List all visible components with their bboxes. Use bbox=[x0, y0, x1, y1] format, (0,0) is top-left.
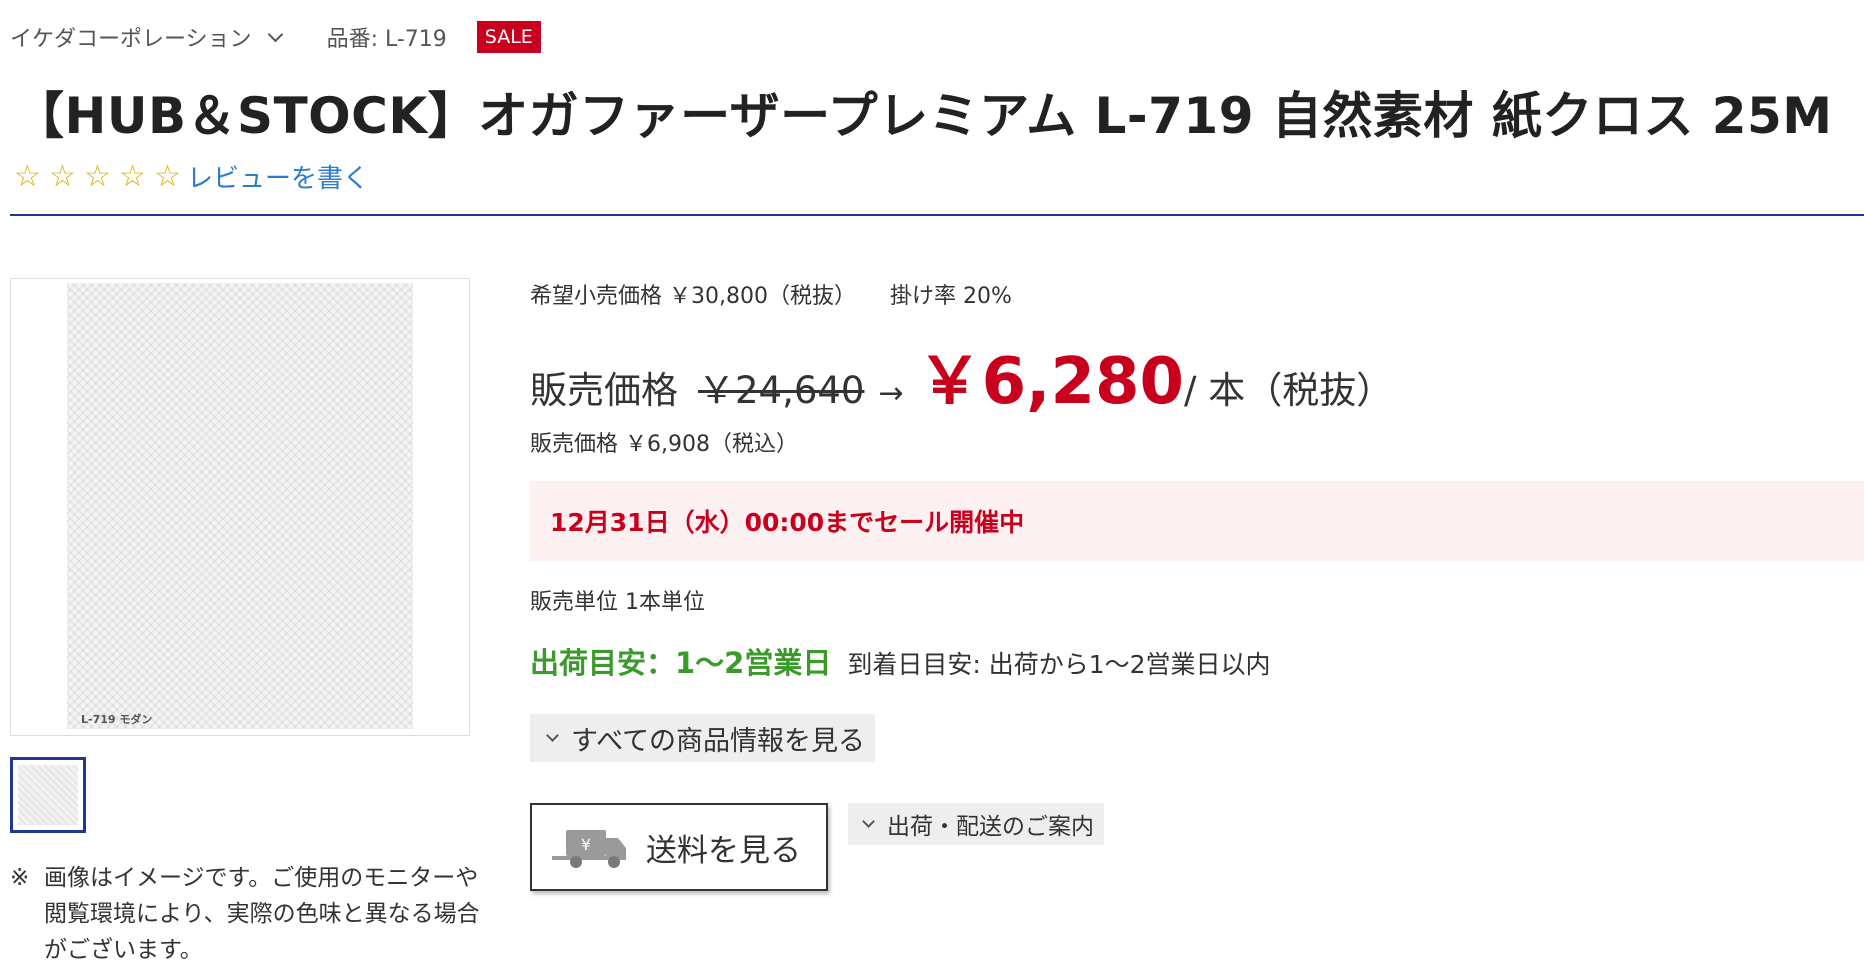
write-review-link[interactable]: レビューを書く bbox=[187, 158, 369, 195]
arrival-estimate: 到着日目安: 出荷から1～2営業日以内 bbox=[847, 650, 1271, 679]
view-shipping-fee-button[interactable]: ¥ 送料を見る bbox=[530, 803, 828, 891]
header-divider bbox=[10, 214, 1864, 216]
truck-yen-icon: ¥ bbox=[552, 830, 626, 868]
old-price: ￥24,640 bbox=[698, 369, 865, 412]
sale-price: ￥6,280 bbox=[917, 345, 1185, 419]
part-number: 品番: L-719 bbox=[326, 27, 447, 52]
maker-name[interactable]: イケダコーポレーション bbox=[10, 21, 252, 53]
product-title: 【HUB＆STOCK】オガファーザープレミアム L-719 自然素材 紙クロス … bbox=[14, 87, 1833, 145]
star-outline-icon: ☆ bbox=[119, 158, 146, 194]
maker-dropdown[interactable]: イケダコーポレーション bbox=[10, 21, 287, 53]
wallpaper-texture bbox=[67, 283, 413, 729]
view-all-info-button[interactable]: すべての商品情報を見る bbox=[530, 714, 876, 762]
sale-badge: SALE bbox=[476, 21, 541, 53]
shipping-eta-row: 出荷目安：1～2営業日 到着日目安: 出荷から1～2営業日以内 bbox=[530, 640, 1271, 682]
shipping-guide-label: 出荷・配送のご案内 bbox=[887, 814, 1094, 840]
price-row: 販売価格 ￥24,640 → ￥6,280 / 本（税抜） bbox=[530, 330, 1393, 422]
product-main-image[interactable]: L-719 モダン bbox=[10, 278, 470, 736]
discount-rate: 掛け率 20% bbox=[889, 284, 1012, 309]
chevron-down-icon bbox=[862, 814, 875, 828]
image-caption: L-719 モダン bbox=[81, 713, 153, 726]
shipping-fee-label: 送料を見る bbox=[646, 832, 801, 869]
sell-unit: 販売単位 1本単位 bbox=[530, 590, 705, 615]
view-all-info-label: すべての商品情報を見る bbox=[571, 725, 866, 757]
chevron-down-icon[interactable] bbox=[267, 26, 283, 42]
sale-period-banner: 12月31日（水）00:00までセール開催中 bbox=[530, 481, 1864, 561]
tax-included-price: 販売価格 ￥6,908（税込） bbox=[530, 432, 798, 457]
disclaimer-mark: ※ bbox=[10, 865, 30, 891]
rating-row: ☆ ☆ ☆ ☆ ☆ レビューを書く bbox=[10, 158, 369, 195]
product-thumbnail[interactable] bbox=[10, 757, 86, 833]
shipping-eta: 出荷目安：1～2営業日 bbox=[530, 646, 832, 680]
chevron-down-icon bbox=[546, 728, 559, 742]
retail-price-row: 希望小売価格 ￥30,800（税抜） 掛け率 20% bbox=[530, 278, 1012, 310]
arrow-right-icon: → bbox=[878, 376, 904, 411]
retail-price: 希望小売価格 ￥30,800（税抜） bbox=[530, 284, 856, 309]
disclaimer-text: 画像はイメージです。ご使用のモニターや閲覧環境により、実際の色味と異なる場合がご… bbox=[44, 865, 480, 963]
price-unit: / 本（税抜） bbox=[1184, 369, 1394, 412]
sale-period-text: 12月31日（水）00:00までセール開催中 bbox=[550, 508, 1025, 537]
shipping-guide-button[interactable]: 出荷・配送のご案内 bbox=[848, 803, 1104, 845]
breadcrumb-bar: イケダコーポレーション 品番: L-719 SALE bbox=[10, 18, 541, 56]
image-disclaimer: ※ 画像はイメージです。ご使用のモニターや閲覧環境により、実際の色味と異なる場合… bbox=[10, 860, 480, 968]
star-outline-icon: ☆ bbox=[84, 158, 111, 194]
star-outline-icon: ☆ bbox=[14, 158, 41, 194]
price-label: 販売価格 bbox=[530, 369, 678, 412]
svg-text:¥: ¥ bbox=[581, 835, 591, 854]
star-outline-icon: ☆ bbox=[49, 158, 76, 194]
thumbnail-texture bbox=[18, 765, 78, 825]
star-outline-icon: ☆ bbox=[154, 158, 181, 194]
